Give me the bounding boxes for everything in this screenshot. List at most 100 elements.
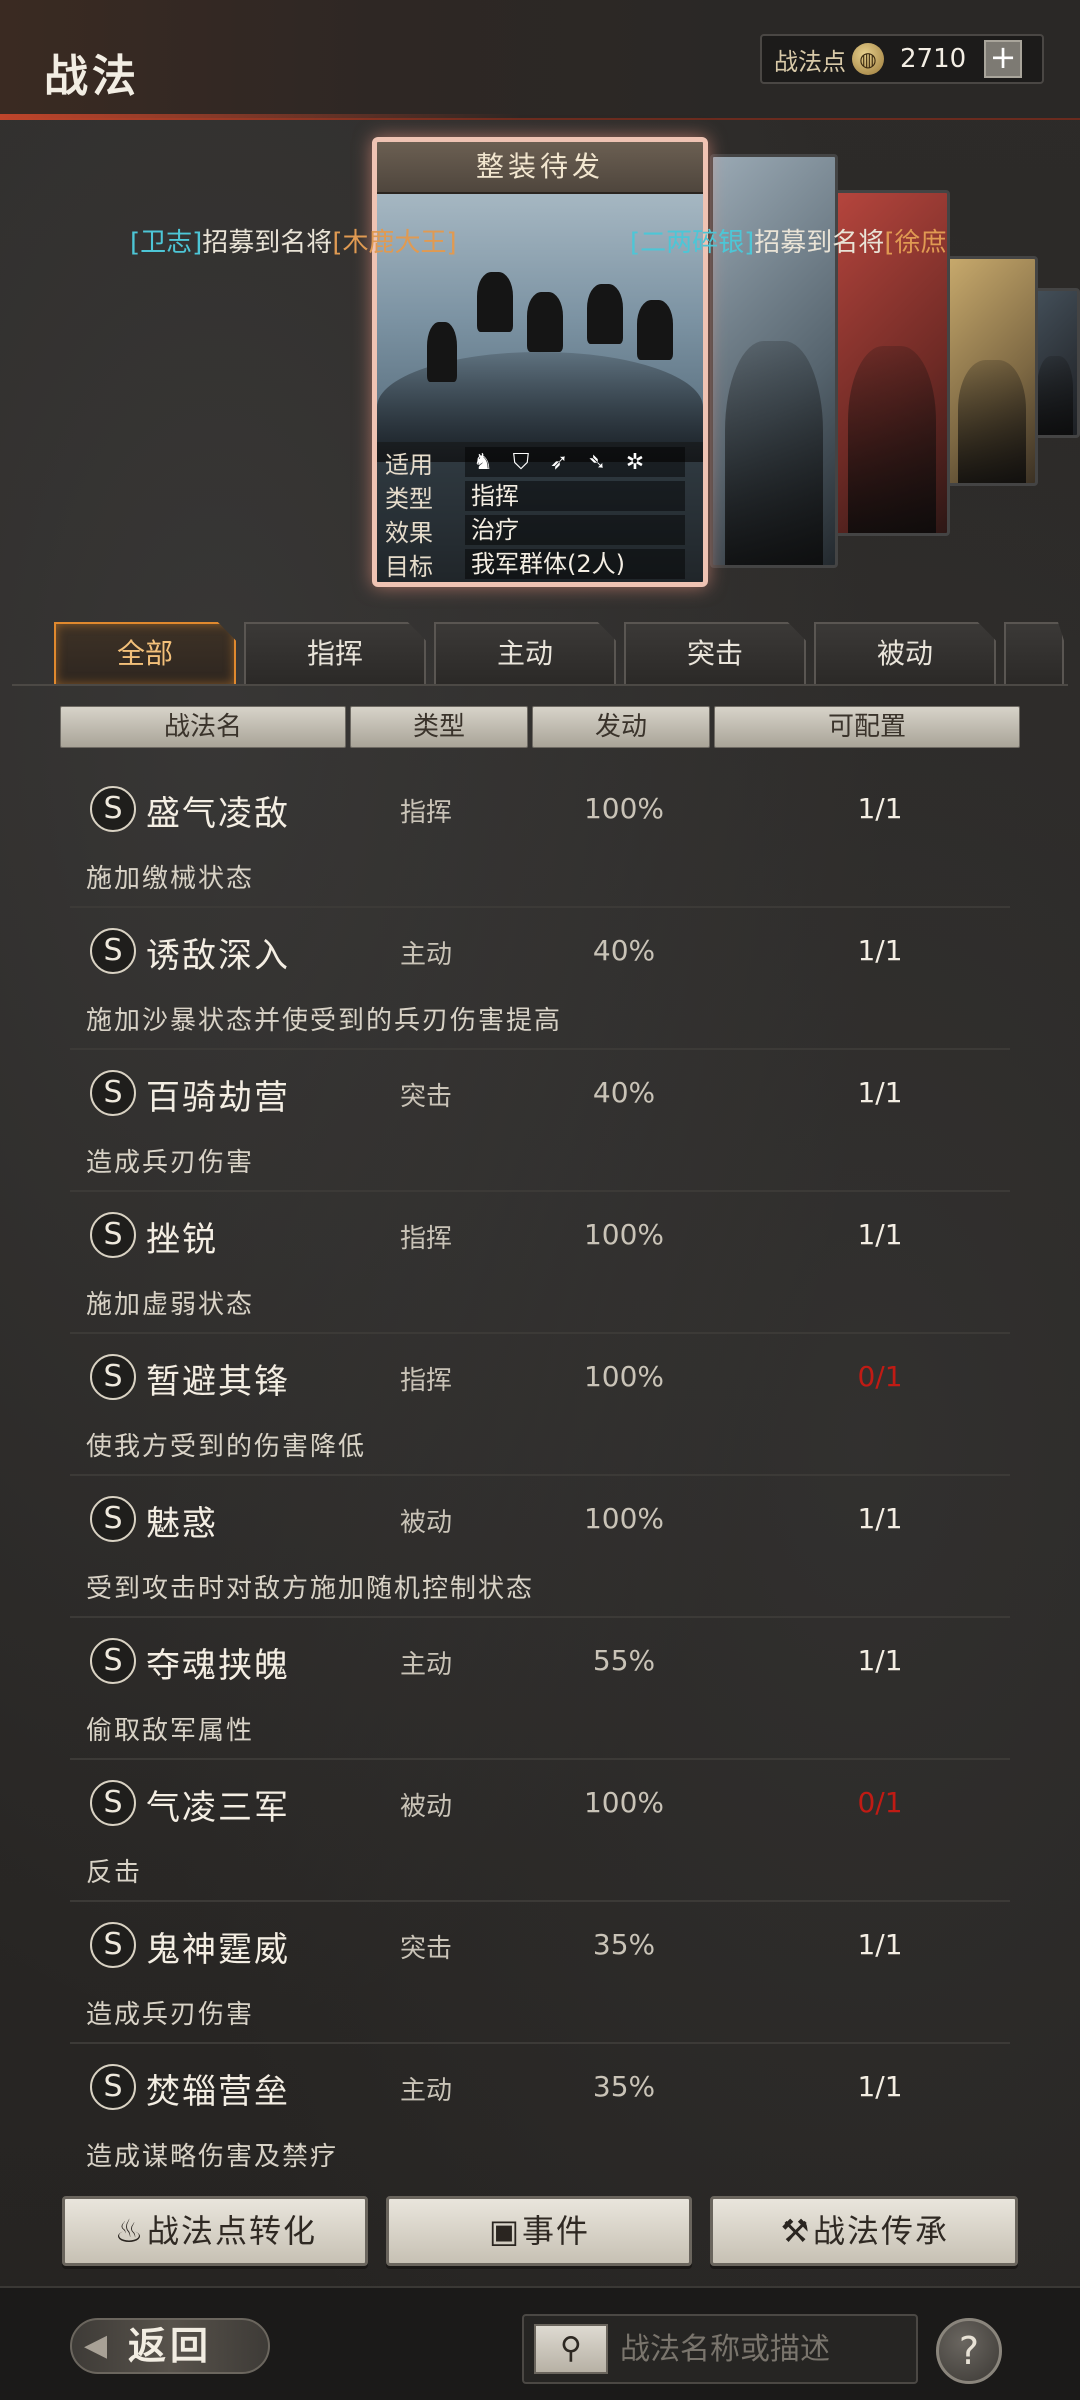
tactic-rate: 40%: [592, 934, 656, 967]
tactic-type: 主动: [400, 2076, 453, 2106]
card-row-effect: 效果 治疗: [385, 514, 685, 547]
card-title: 整装待发: [377, 142, 703, 194]
troop-type-icons: ♞ ⛉ ➶ ➴ ✲: [465, 447, 685, 477]
grade-badge: S: [90, 1354, 136, 1400]
tab-all[interactable]: 全部: [54, 622, 236, 684]
tactic-description: 受到攻击时对敌方施加随机控制状态: [86, 1574, 535, 1604]
tactic-name: 诱敌深入: [146, 936, 290, 976]
column-header-config[interactable]: 可配置: [714, 706, 1020, 748]
tactic-points-box: 战法点 ◍ 2710 +: [760, 34, 1044, 84]
tab-command[interactable]: 指挥: [244, 622, 426, 684]
grade-badge: S: [90, 1780, 136, 1826]
convert-points-button[interactable]: ♨战法点转化: [62, 2196, 368, 2266]
tactic-name: 鬼神霆威: [146, 1930, 290, 1970]
tab-active[interactable]: 主动: [434, 622, 616, 684]
header-accent-line: [0, 114, 520, 120]
tactic-card-back[interactable]: [946, 256, 1038, 486]
wheel-icon: ✲: [625, 449, 645, 475]
top-bar: 战法 战法点 ◍ 2710 +: [0, 0, 1080, 120]
tactic-rate: 40%: [592, 1076, 656, 1109]
help-button[interactable]: ?: [936, 2318, 1002, 2384]
tactic-filter-tabs: 全部 指挥 主动 突击 被动: [54, 622, 1080, 686]
grade-badge: S: [90, 1922, 136, 1968]
tactic-config: 1/1: [857, 1218, 903, 1251]
shield-icon: ⛉: [512, 449, 530, 475]
tactic-config: 1/1: [857, 934, 903, 967]
recruit-ticker-right: [二两碎银]招募到名将[徐庶: [630, 228, 947, 258]
page-title: 战法: [44, 51, 140, 102]
back-button[interactable]: ◀ 返回: [70, 2318, 270, 2374]
grade-badge: S: [90, 1496, 136, 1542]
bow-icon: ➶: [549, 449, 569, 475]
tactic-name: 挫锐: [146, 1220, 218, 1260]
flame-icon: ♨: [114, 2212, 146, 2250]
tactic-description: 施加沙暴状态并使受到的兵刃伤害提高: [86, 1006, 563, 1036]
tactic-row[interactable]: S 鬼神霆威 突击 35% 1/1 造成兵刃伤害: [70, 1902, 1010, 2044]
tactic-list[interactable]: S 盛气凌敌 指挥 100% 1/1 施加缴械状态 S 诱敌深入 主动 40% 1/1 施加沙暴状态并…: [70, 766, 1010, 2184]
column-header-name[interactable]: 战法名: [60, 706, 346, 748]
back-arrow-icon: ◀: [84, 2328, 112, 2363]
grade-badge: S: [90, 1638, 136, 1684]
tactic-name: 魅惑: [146, 1504, 218, 1544]
grade-badge: S: [90, 928, 136, 974]
tactic-type: 被动: [400, 1792, 453, 1822]
search-icon[interactable]: ⚲: [534, 2324, 608, 2374]
tactic-type: 被动: [400, 1508, 453, 1538]
grade-badge: S: [90, 786, 136, 832]
tactic-description: 施加虚弱状态: [86, 1290, 255, 1320]
tactic-points-value: 2710: [900, 44, 967, 74]
tactic-row[interactable]: S 焚辎营垒 主动 35% 1/1 造成谋略伤害及禁疗: [70, 2044, 1010, 2184]
selected-tactic-card[interactable]: 整装待发 适用 ♞ ⛉ ➶ ➴ ✲ 类型 指挥 效果 治疗 目标 我军群体(2人…: [372, 137, 708, 587]
tactic-row[interactable]: S 百骑劫营 突击 40% 1/1 造成兵刃伤害: [70, 1050, 1010, 1192]
tactic-rate: 35%: [592, 1928, 656, 1961]
tactic-rate: 100%: [583, 1218, 665, 1251]
tactic-description: 造成谋略伤害及禁疗: [86, 2142, 339, 2172]
tactic-name: 夺魂挟魄: [146, 1646, 290, 1686]
tactic-description: 使我方受到的伤害降低: [86, 1432, 367, 1462]
column-header-type[interactable]: 类型: [350, 706, 528, 748]
tactic-row[interactable]: S 盛气凌敌 指挥 100% 1/1 施加缴械状态: [70, 766, 1010, 908]
tactic-config: 1/1: [857, 2070, 903, 2103]
tactic-name: 焚辎营垒: [146, 2072, 290, 2112]
tactic-type: 指挥: [400, 798, 453, 828]
tactic-row[interactable]: S 气凌三军 被动 100% 0/1 反击: [70, 1760, 1010, 1902]
tactic-config: 1/1: [857, 1644, 903, 1677]
tactic-rate: 100%: [583, 1502, 665, 1535]
tactic-rate: 100%: [583, 792, 665, 825]
tactic-type: 主动: [400, 1650, 453, 1680]
tab-passive[interactable]: 被动: [814, 622, 996, 684]
grade-badge: S: [90, 1070, 136, 1116]
inherit-tactic-button[interactable]: ⚒战法传承: [710, 2196, 1018, 2266]
tactic-type: 突击: [400, 1934, 453, 1964]
add-points-button[interactable]: +: [984, 40, 1022, 78]
tactic-rate: 100%: [583, 1786, 665, 1819]
tactic-card-back[interactable]: [710, 154, 838, 568]
tactic-config: 1/1: [857, 1928, 903, 1961]
bottom-bar: ◀ 返回 ⚲ ?: [0, 2286, 1080, 2400]
tactic-config: 1/1: [857, 1502, 903, 1535]
tactic-points-label: 战法点: [774, 47, 846, 76]
tactic-row[interactable]: S 暂避其锋 指挥 100% 0/1 使我方受到的伤害降低: [70, 1334, 1010, 1476]
tactic-row[interactable]: S 挫锐 指挥 100% 1/1 施加虚弱状态: [70, 1192, 1010, 1334]
tactic-row[interactable]: S 夺魂挟魄 主动 55% 1/1 偷取敌军属性: [70, 1618, 1010, 1760]
tab-divider: [12, 684, 1068, 686]
recruit-ticker-left: [卫志]招募到名将[木鹿大王]: [130, 228, 457, 258]
tactic-description: 偷取敌军属性: [86, 1716, 255, 1746]
event-button[interactable]: ▣事件: [386, 2196, 692, 2266]
tactic-name: 盛气凌敌: [146, 794, 290, 834]
column-header-rate[interactable]: 发动: [532, 706, 710, 748]
tab-more[interactable]: [1004, 622, 1064, 684]
tactic-name: 百骑劫营: [146, 1078, 290, 1118]
search-box: ⚲: [522, 2314, 918, 2384]
tactic-description: 施加缴械状态: [86, 864, 255, 894]
tab-assault[interactable]: 突击: [624, 622, 806, 684]
tactic-row[interactable]: S 诱敌深入 主动 40% 1/1 施加沙暴状态并使受到的兵刃伤害提高: [70, 908, 1010, 1050]
tactic-description: 造成兵刃伤害: [86, 1148, 255, 1178]
coin-icon: ◍: [852, 43, 884, 75]
notice-icon: ▣: [488, 2212, 522, 2250]
tactic-config: 0/1: [857, 1360, 903, 1393]
card-info-panel: 适用 ♞ ⛉ ➶ ➴ ✲ 类型 指挥 效果 治疗 目标 我军群体(2人): [377, 442, 703, 582]
tactic-row[interactable]: S 魅惑 被动 100% 1/1 受到攻击时对敌方施加随机控制状态: [70, 1476, 1010, 1618]
search-input[interactable]: [620, 2324, 910, 2374]
tactic-config: 1/1: [857, 1076, 903, 1109]
